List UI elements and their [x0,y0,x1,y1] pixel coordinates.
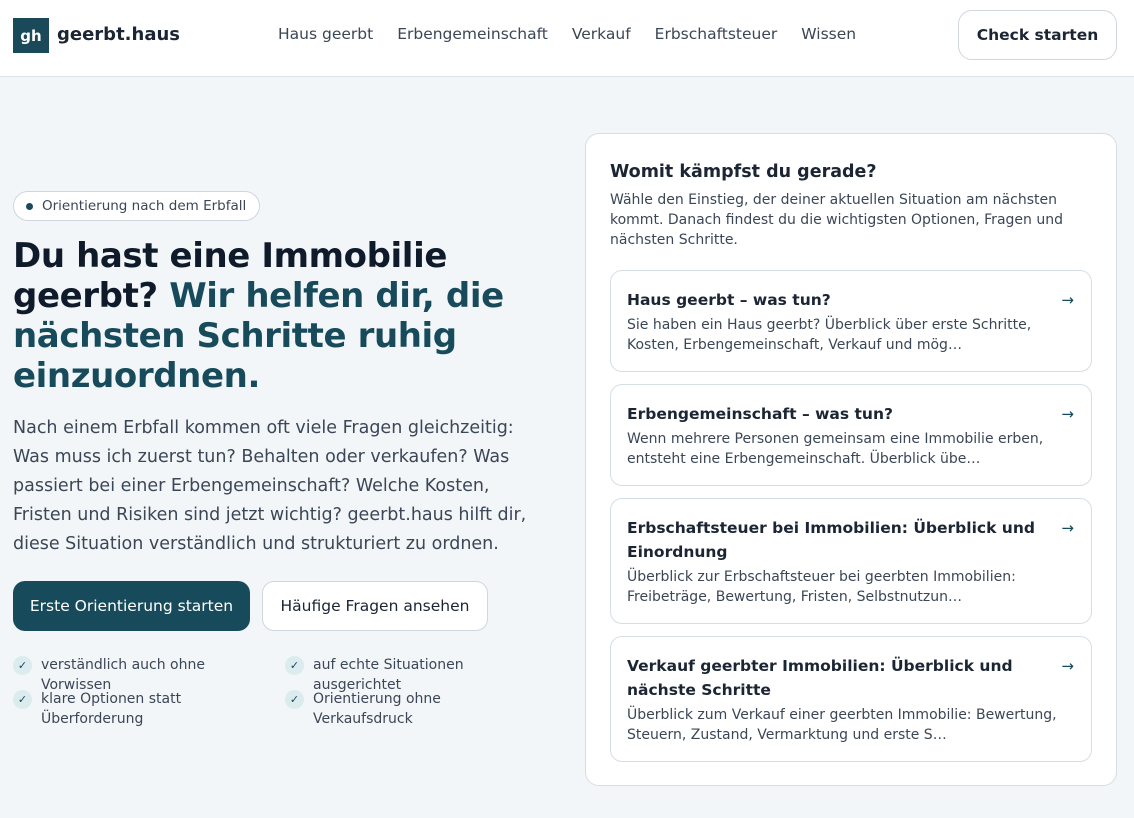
logo-mark[interactable]: gh [13,18,49,53]
main-nav: Haus geerbt Erbengemeinschaft Verkauf Er… [278,25,856,43]
situation-card-verkauf[interactable]: Verkauf geerbter Immobilien: Überblick u… [610,636,1092,762]
card-description: Sie haben ein Haus geerbt? Überblick übe… [627,317,1032,353]
situation-card-erbengemeinschaft[interactable]: Erbengemeinschaft – was tun? Wenn mehrer… [610,384,1092,486]
card-description: Überblick zum Verkauf einer geerbten Imm… [627,707,1057,743]
badge-dot-icon [26,202,33,210]
nav-haus-geerbt[interactable]: Haus geerbt [278,25,373,43]
situation-panel: Womit kämpfst du gerade? Wähle den Einst… [585,133,1117,786]
logo-text[interactable]: geerbt.haus [57,24,180,45]
card-title: Erbengemeinschaft – was tun? [627,405,893,423]
hero-title: Du hast eine Immobilie geerbt? Wir helfe… [13,236,533,396]
hero-badge: Orientierung nach dem Erbfall [13,191,261,221]
badge-label: Orientierung nach dem Erbfall [42,198,247,214]
nav-erbengemeinschaft[interactable]: Erbengemeinschaft [397,25,548,43]
feature-item: ✓ Orientierung ohne Verkaufsdruck [285,689,545,729]
card-title: Verkauf geerbter Immobilien: Überblick u… [627,657,1013,699]
start-orientation-button[interactable]: Erste Orientierung starten [13,581,250,631]
nav-wissen[interactable]: Wissen [801,25,856,43]
check-icon: ✓ [285,656,304,675]
feature-label: klare Optionen statt Überforderung [41,691,182,727]
card-title: Haus geerbt – was tun? [627,291,831,309]
faq-button[interactable]: Häufige Fragen ansehen [262,581,488,631]
nav-verkauf[interactable]: Verkauf [572,25,631,43]
situation-card-erbschaftsteuer[interactable]: Erbschaftsteuer bei Immobilien: Überblic… [610,498,1092,624]
check-icon: ✓ [13,656,32,675]
check-icon: ✓ [285,690,304,709]
feature-label: Orientierung ohne Verkaufsdruck [313,691,441,727]
panel-title: Womit kämpfst du gerade? [610,162,877,182]
check-start-button[interactable]: Check starten [958,10,1117,60]
nav-erbschaftsteuer[interactable]: Erbschaftsteuer [655,25,778,43]
arrow-right-icon: → [1061,657,1074,675]
check-icon: ✓ [13,690,32,709]
hero-description: Nach einem Erbfall kommen oft viele Frag… [13,418,527,554]
card-description: Überblick zur Erbschaftsteuer bei geerbt… [627,569,1016,605]
arrow-right-icon: → [1061,291,1074,309]
arrow-right-icon: → [1061,519,1074,537]
feature-item: ✓ klare Optionen statt Überforderung [13,689,188,729]
card-description: Wenn mehrere Personen gemeinsam eine Imm… [627,431,1044,467]
arrow-right-icon: → [1061,405,1074,423]
site-header: gh geerbt.haus Haus geerbt Erbengemeinsc… [0,0,1134,77]
situation-card-haus-geerbt[interactable]: Haus geerbt – was tun? Sie haben ein Hau… [610,270,1092,372]
card-title: Erbschaftsteuer bei Immobilien: Überblic… [627,519,1035,561]
panel-subtitle: Wähle den Einstieg, der deiner aktuellen… [610,192,1063,248]
